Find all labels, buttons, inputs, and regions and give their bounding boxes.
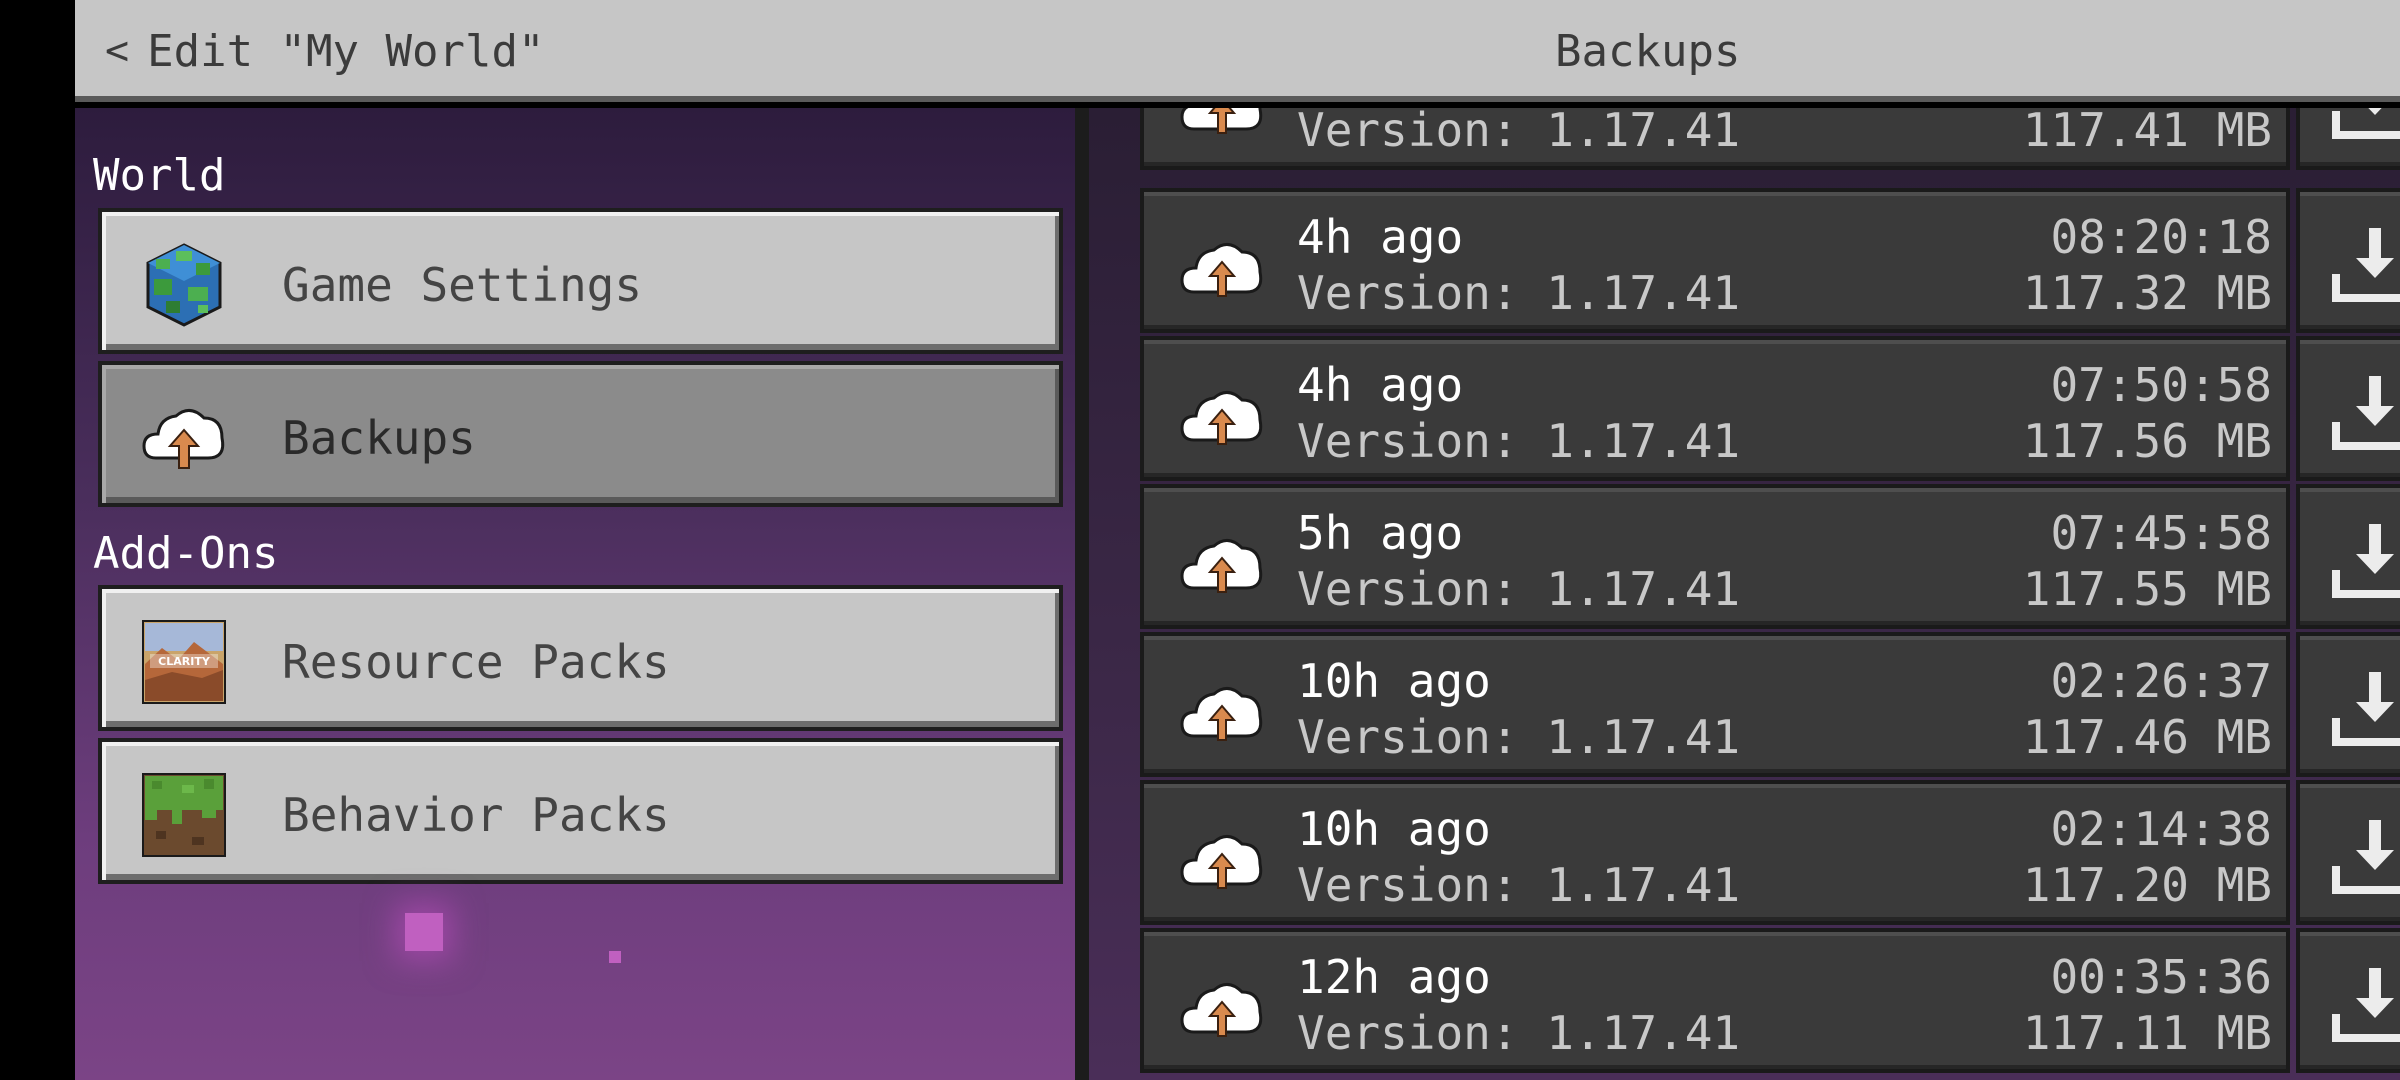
section-label-world: World — [93, 150, 226, 201]
cloud-upload-icon — [1180, 983, 1263, 1037]
sidebar-item-backups[interactable]: Backups — [98, 361, 1063, 507]
chevron-left-icon: < — [105, 28, 130, 74]
backup-size: 117.11 MB — [2022, 1006, 2272, 1060]
backup-version: Version: 1.17.41 — [1297, 562, 1741, 616]
backup-size: 117.55 MB — [2022, 562, 2272, 616]
backup-version: Version: 1.17.41 — [1297, 710, 1741, 764]
download-button[interactable] — [2296, 780, 2400, 925]
sidebar: World Game Settings Backups Add-Ons CLAR… — [75, 108, 1075, 1080]
download-icon — [2332, 672, 2400, 746]
pack-name-text: CLARITY — [158, 655, 211, 668]
download-button[interactable] — [2296, 336, 2400, 481]
cloud-upload-icon — [1180, 835, 1263, 889]
backups-list[interactable]: Version: 1.17.41 117.41 MB 4h ago Versio… — [1089, 108, 2400, 1080]
backup-age: 12h ago — [1297, 950, 1491, 1004]
backup-size: 117.32 MB — [2022, 266, 2272, 320]
sidebar-item-label: Resource Packs — [282, 635, 670, 689]
backup-age: 10h ago — [1297, 802, 1491, 856]
download-icon — [2332, 820, 2400, 894]
backup-age: 10h ago — [1297, 654, 1491, 708]
download-icon — [2332, 228, 2400, 302]
cloud-upload-icon — [1180, 391, 1263, 445]
globe-icon — [146, 243, 222, 327]
download-button[interactable] — [2296, 928, 2400, 1073]
sidebar-item-label: Behavior Packs — [282, 788, 670, 842]
backup-time: 02:26:37 — [2050, 654, 2272, 708]
backup-row[interactable]: 4h ago Version: 1.17.41 07:50:58 117.56 … — [1140, 336, 2290, 481]
download-button[interactable] — [2296, 188, 2400, 333]
backup-version: Version: 1.17.41 — [1297, 414, 1741, 468]
backup-row[interactable]: 12h ago Version: 1.17.41 00:35:36 117.11… — [1140, 928, 2290, 1073]
cloud-upload-icon — [1180, 539, 1263, 593]
app-window: < Edit "My World" Backups World Game Set… — [75, 0, 2400, 1080]
sidebar-item-game-settings[interactable]: Game Settings — [98, 208, 1063, 354]
back-button-label: Edit "My World" — [147, 25, 545, 77]
download-button[interactable] — [2296, 108, 2400, 170]
backup-time: 08:20:18 — [2050, 210, 2272, 264]
backup-size: 117.20 MB — [2022, 858, 2272, 912]
download-icon — [2332, 524, 2400, 598]
backup-age: 5h ago — [1297, 506, 1464, 560]
backup-size: 117.46 MB — [2022, 710, 2272, 764]
download-button[interactable] — [2296, 632, 2400, 777]
cloud-upload-icon — [1180, 243, 1263, 297]
floating-particle — [609, 951, 621, 963]
download-button[interactable] — [2296, 484, 2400, 629]
backup-row[interactable]: 5h ago Version: 1.17.41 07:45:58 117.55 … — [1140, 484, 2290, 629]
backup-row[interactable]: 10h ago Version: 1.17.41 02:14:38 117.20… — [1140, 780, 2290, 925]
backup-row[interactable]: 10h ago Version: 1.17.41 02:26:37 117.46… — [1140, 632, 2290, 777]
backup-age: 4h ago — [1297, 210, 1464, 264]
backup-version: Version: 1.17.41 — [1297, 858, 1741, 912]
panel-divider — [1075, 108, 1089, 1080]
top-bar: < Edit "My World" Backups — [75, 0, 2400, 102]
backup-age: 4h ago — [1297, 358, 1464, 412]
backup-version: Version: 1.17.41 — [1297, 108, 1741, 157]
download-icon — [2332, 108, 2400, 139]
backup-time: 07:50:58 — [2050, 358, 2272, 412]
sidebar-item-label: Game Settings — [282, 258, 643, 312]
download-icon — [2332, 376, 2400, 450]
cloud-upload-icon — [1180, 108, 1263, 134]
cloud-upload-icon — [1180, 687, 1263, 741]
backup-size: 117.56 MB — [2022, 414, 2272, 468]
sidebar-item-behavior-packs[interactable]: Behavior Packs — [98, 738, 1063, 884]
download-icon — [2332, 968, 2400, 1042]
page-title: Backups — [1555, 25, 1741, 77]
backup-row[interactable]: Version: 1.17.41 117.41 MB — [1140, 108, 2290, 170]
backup-row[interactable]: 4h ago Version: 1.17.41 08:20:18 117.32 … — [1140, 188, 2290, 333]
backup-size: 117.41 MB — [2022, 108, 2272, 157]
backup-version: Version: 1.17.41 — [1297, 1006, 1741, 1060]
cloud-upload-icon — [142, 409, 225, 469]
backup-time: 00:35:36 — [2050, 950, 2272, 1004]
backup-time: 02:14:38 — [2050, 802, 2272, 856]
section-label-addons: Add-Ons — [93, 528, 279, 579]
sidebar-item-label: Backups — [282, 411, 476, 465]
floating-particle — [405, 913, 443, 951]
sidebar-item-resource-packs[interactable]: CLARITY Resource Packs — [98, 585, 1063, 731]
backup-version: Version: 1.17.41 — [1297, 266, 1741, 320]
grass-block-icon — [142, 773, 226, 857]
backup-time: 07:45:58 — [2050, 506, 2272, 560]
back-button[interactable]: < Edit "My World" — [105, 22, 544, 80]
resource-pack-icon: CLARITY — [142, 620, 226, 704]
